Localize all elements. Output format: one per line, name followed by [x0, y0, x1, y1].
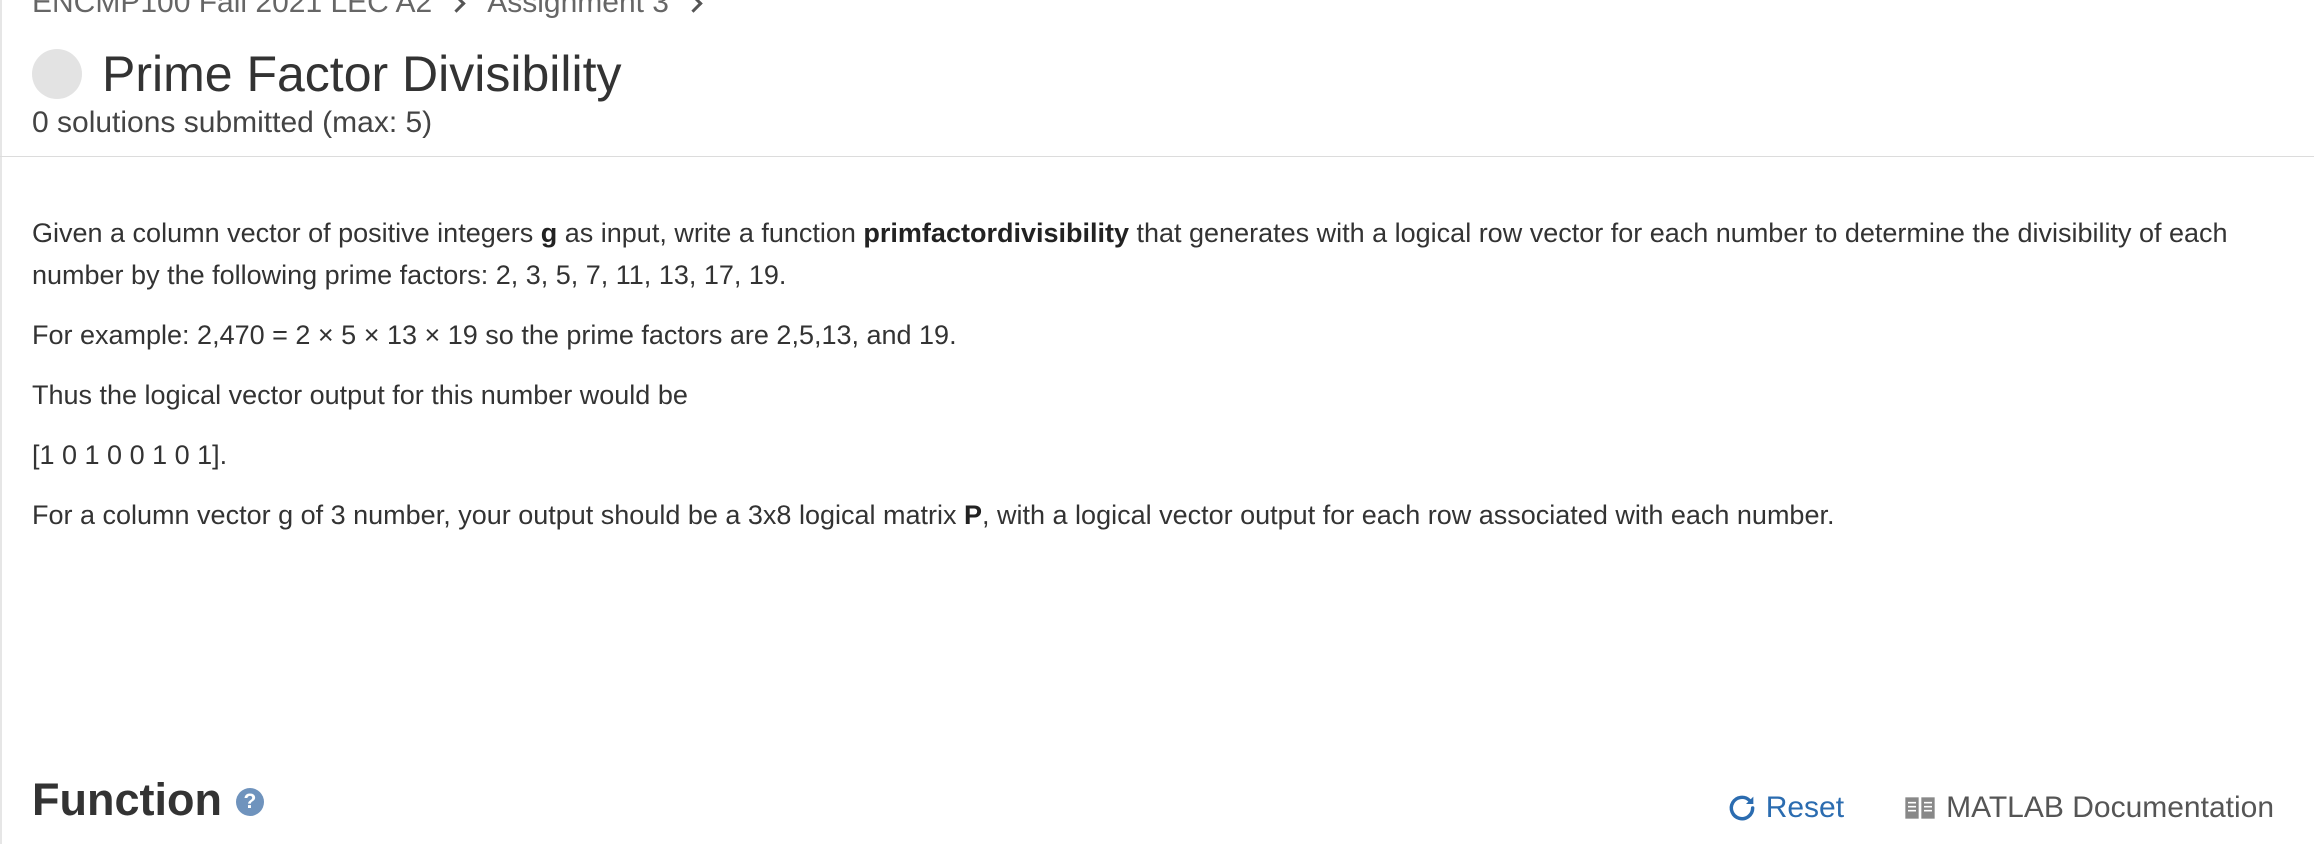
reset-label: Reset: [1765, 791, 1845, 824]
function-section-title: Function: [32, 774, 222, 825]
function-section-header: Function ?: [32, 772, 264, 828]
page-title: Prime Factor Divisibility: [102, 46, 622, 102]
title-row: Prime Factor Divisibility: [32, 44, 622, 104]
function-name: primfactordivisibility: [863, 218, 1129, 248]
problem-description: Given a column vector of positive intege…: [32, 212, 2232, 554]
left-border: [0, 0, 2, 844]
chevron-right-icon: [684, 0, 703, 13]
page: ENCMP100 Fall 2021 LEC A2 Assignment 3 P…: [0, 0, 2314, 844]
refresh-icon: [1729, 795, 1755, 821]
description-paragraph-2: For example: 2,470 = 2 × 5 × 13 × 19 so …: [32, 320, 957, 350]
reset-button[interactable]: Reset: [1726, 791, 1844, 825]
input-variable: g: [540, 218, 558, 248]
description-paragraph-3: Thus the logical vector output for this …: [32, 380, 688, 410]
matlab-documentation-button[interactable]: MATLAB Documentation: [1904, 791, 2274, 825]
description-paragraph-1: Given a column vector of positive intege…: [32, 218, 2228, 290]
matlab-documentation-label: MATLAB Documentation: [1946, 791, 2274, 824]
description-paragraph-4: [1 0 1 0 0 1 0 1].: [32, 440, 228, 470]
header-divider: [0, 156, 2314, 157]
chevron-right-icon: [447, 0, 466, 13]
book-icon: [1905, 797, 1935, 819]
status-circle-icon: [32, 49, 82, 99]
submission-count: 0 solutions submitted (max: 5): [32, 106, 433, 139]
output-variable: P: [964, 500, 983, 530]
description-paragraph-5: For a column vector g of 3 number, your …: [32, 500, 1835, 530]
help-icon[interactable]: ?: [235, 788, 264, 816]
editor-toolbar: Reset MATLAB Documentation: [1726, 786, 2274, 830]
breadcrumb-assignment-link[interactable]: Assignment 3: [487, 0, 669, 20]
breadcrumb: ENCMP100 Fall 2021 LEC A2 Assignment 3: [32, 0, 724, 20]
breadcrumb-course-link[interactable]: ENCMP100 Fall 2021 LEC A2: [32, 0, 432, 20]
